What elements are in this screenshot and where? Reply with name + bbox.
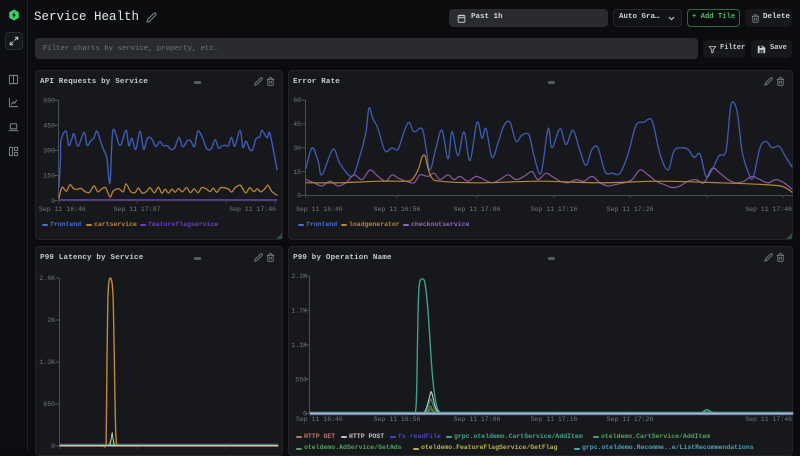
svg-text:2.6K: 2.6K [39,275,55,282]
svg-text:2K: 2K [47,317,55,324]
svg-text:Sep 11 17:16: Sep 11 17:16 [531,206,578,213]
svg-text:Sep 11 17:06: Sep 11 17:06 [454,416,501,423]
svg-text:1.3K: 1.3K [39,359,55,366]
svg-text:Sep 11 16:56: Sep 11 16:56 [374,416,421,423]
svg-text:30: 30 [293,145,301,152]
svg-text:Sep 11 17:07: Sep 11 17:07 [114,206,161,213]
svg-text:0: 0 [51,443,55,450]
svg-text:45: 45 [293,121,301,128]
svg-text:Sep 11 17:26: Sep 11 17:26 [607,206,654,213]
svg-text:Sep 11 16:46: Sep 11 16:46 [296,416,343,423]
svg-text:1.7K: 1.7K [291,308,307,315]
svg-text:Sep 11 17:16: Sep 11 17:16 [531,416,578,423]
svg-text:Sep 11 16:46: Sep 11 16:46 [39,206,86,213]
svg-text:60: 60 [293,97,301,104]
svg-text:Sep 11 17:26: Sep 11 17:26 [607,416,654,423]
svg-text:Sep 11 17:06: Sep 11 17:06 [454,206,501,213]
svg-text:300: 300 [43,148,55,155]
svg-text:550: 550 [295,376,307,383]
svg-text:15: 15 [293,169,301,176]
svg-text:450: 450 [43,123,55,130]
svg-text:0: 0 [297,193,301,200]
svg-text:0: 0 [51,198,55,205]
svg-text:Sep 11 17:46: Sep 11 17:46 [745,206,792,213]
svg-text:650: 650 [43,401,55,408]
svg-text:Sep 11 16:46: Sep 11 16:46 [296,206,343,213]
svg-text:1.1K: 1.1K [291,342,307,349]
svg-text:2.2K: 2.2K [291,273,307,280]
svg-text:Sep 11 17:46: Sep 11 17:46 [229,206,276,213]
svg-text:Sep 11 16:56: Sep 11 16:56 [374,206,421,213]
svg-text:600: 600 [43,97,55,104]
svg-text:150: 150 [43,173,55,180]
svg-text:Sep 11 17:46: Sep 11 17:46 [745,416,792,423]
